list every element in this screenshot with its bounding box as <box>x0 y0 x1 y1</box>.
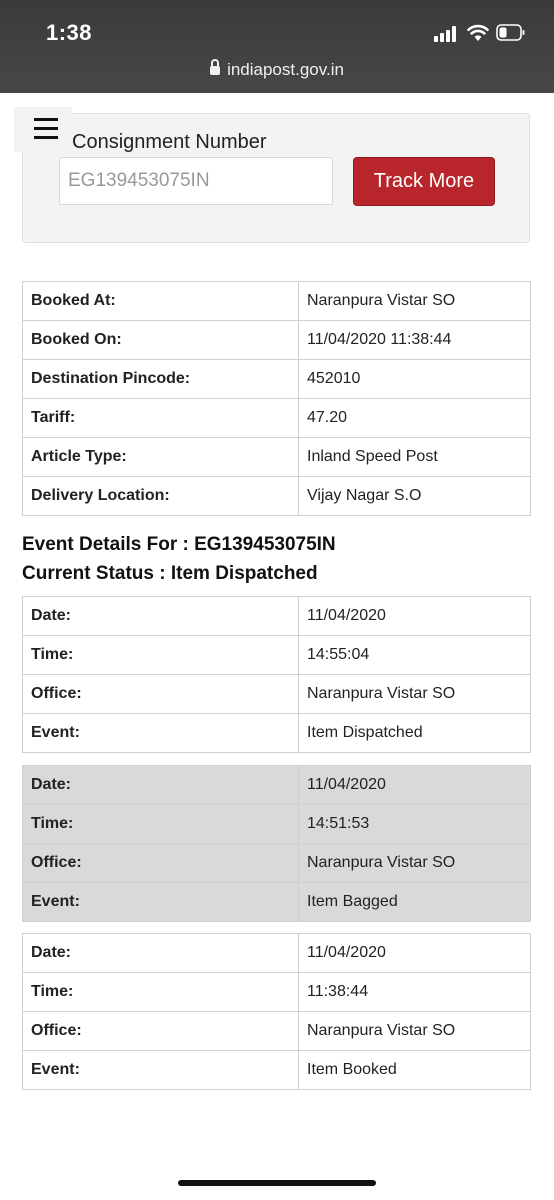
delivery-location-value: Vijay Nagar S.O <box>298 476 531 516</box>
consignment-number-input[interactable] <box>59 157 333 205</box>
table-row: Event: Item Dispatched <box>22 713 531 753</box>
current-status-heading: Current Status : Item Dispatched <box>22 563 318 584</box>
event-time-value: 14:51:53 <box>298 804 531 844</box>
event-table: Date: 11/04/2020 Time: 14:55:04 Office: Nar… <box>22 596 531 753</box>
home-indicator[interactable] <box>178 1180 376 1186</box>
event-time-value: 11:38:44 <box>298 972 531 1012</box>
event-office-label: Office: <box>22 1011 299 1051</box>
address-bar[interactable]: indiapost.gov.in <box>0 59 554 80</box>
article-type-value: Inland Speed Post <box>298 437 531 477</box>
tariff-value: 47.20 <box>298 398 531 438</box>
event-details-heading: Event Details For : EG139453075IN <box>22 534 336 555</box>
event-time-label: Time: <box>22 804 299 844</box>
table-row: Date: 11/04/2020 <box>22 765 531 805</box>
clock: 1:38 <box>46 20 93 45</box>
table-row: Tariff: 47.20 <box>22 398 531 438</box>
table-row: Article Type: Inland Speed Post <box>22 437 531 477</box>
table-row: Time: 14:51:53 <box>22 804 531 844</box>
destination-pincode-value: 452010 <box>298 359 531 399</box>
event-name-value: Item Bagged <box>298 882 531 922</box>
event-date-value: 11/04/2020 <box>298 596 531 636</box>
article-type-label: Article Type: <box>22 437 299 477</box>
event-office-label: Office: <box>22 843 299 883</box>
booked-on-label: Booked On: <box>22 320 299 360</box>
tariff-label: Tariff: <box>22 398 299 438</box>
wifi-icon <box>467 24 489 41</box>
table-row: Time: 14:55:04 <box>22 635 531 675</box>
event-office-value: Naranpura Vistar SO <box>298 674 531 714</box>
track-more-button[interactable]: Track More <box>353 157 495 206</box>
table-row: Destination Pincode: 452010 <box>22 359 531 399</box>
event-table: Date: 11/04/2020 Time: 11:38:44 Office: Nar… <box>22 933 531 1090</box>
table-row: Time: 11:38:44 <box>22 972 531 1012</box>
booking-details-table: Booked At: Naranpura Vistar SO Booked On:… <box>22 281 531 516</box>
destination-pincode-label: Destination Pincode: <box>22 359 299 399</box>
url-text: indiapost.gov.in <box>227 60 344 79</box>
table-row: Delivery Location: Vijay Nagar S.O <box>22 476 531 516</box>
event-name-label: Event: <box>22 713 299 753</box>
booked-on-value: 11/04/2020 11:38:44 <box>298 320 531 360</box>
booked-at-value: Naranpura Vistar SO <box>298 281 531 321</box>
event-name-label: Event: <box>22 1050 299 1090</box>
event-time-label: Time: <box>22 635 299 675</box>
event-name-value: Item Booked <box>298 1050 531 1090</box>
consignment-number-label: Consignment Number <box>72 131 267 153</box>
event-name-value: Item Dispatched <box>298 713 531 753</box>
table-row: Event: Item Booked <box>22 1050 531 1090</box>
event-time-label: Time: <box>22 972 299 1012</box>
event-date-label: Date: <box>22 596 299 636</box>
event-office-label: Office: <box>22 674 299 714</box>
hamburger-menu-icon[interactable] <box>14 107 72 152</box>
event-date-label: Date: <box>22 765 299 805</box>
event-office-value: Naranpura Vistar SO <box>298 1011 531 1051</box>
table-row: Event: Item Bagged <box>22 882 531 922</box>
status-bar: 1:38 indiapost.gov.in <box>0 0 554 93</box>
event-time-value: 14:55:04 <box>298 635 531 675</box>
table-row: Booked On: 11/04/2020 11:38:44 <box>22 320 531 360</box>
lock-icon <box>210 59 221 75</box>
table-row: Office: Naranpura Vistar SO <box>22 674 531 714</box>
table-row: Booked At: Naranpura Vistar SO <box>22 281 531 321</box>
event-name-label: Event: <box>22 882 299 922</box>
table-row: Date: 11/04/2020 <box>22 596 531 636</box>
battery-icon <box>496 24 525 41</box>
event-office-value: Naranpura Vistar SO <box>298 843 531 883</box>
table-row: Date: 11/04/2020 <box>22 933 531 973</box>
cellular-signal-icon <box>434 26 460 42</box>
table-row: Office: Naranpura Vistar SO <box>22 843 531 883</box>
event-date-value: 11/04/2020 <box>298 933 531 973</box>
table-row: Office: Naranpura Vistar SO <box>22 1011 531 1051</box>
event-table: Date: 11/04/2020 Time: 14:51:53 Office: Nar… <box>22 765 531 922</box>
delivery-location-label: Delivery Location: <box>22 476 299 516</box>
booked-at-label: Booked At: <box>22 281 299 321</box>
event-date-label: Date: <box>22 933 299 973</box>
event-date-value: 11/04/2020 <box>298 765 531 805</box>
